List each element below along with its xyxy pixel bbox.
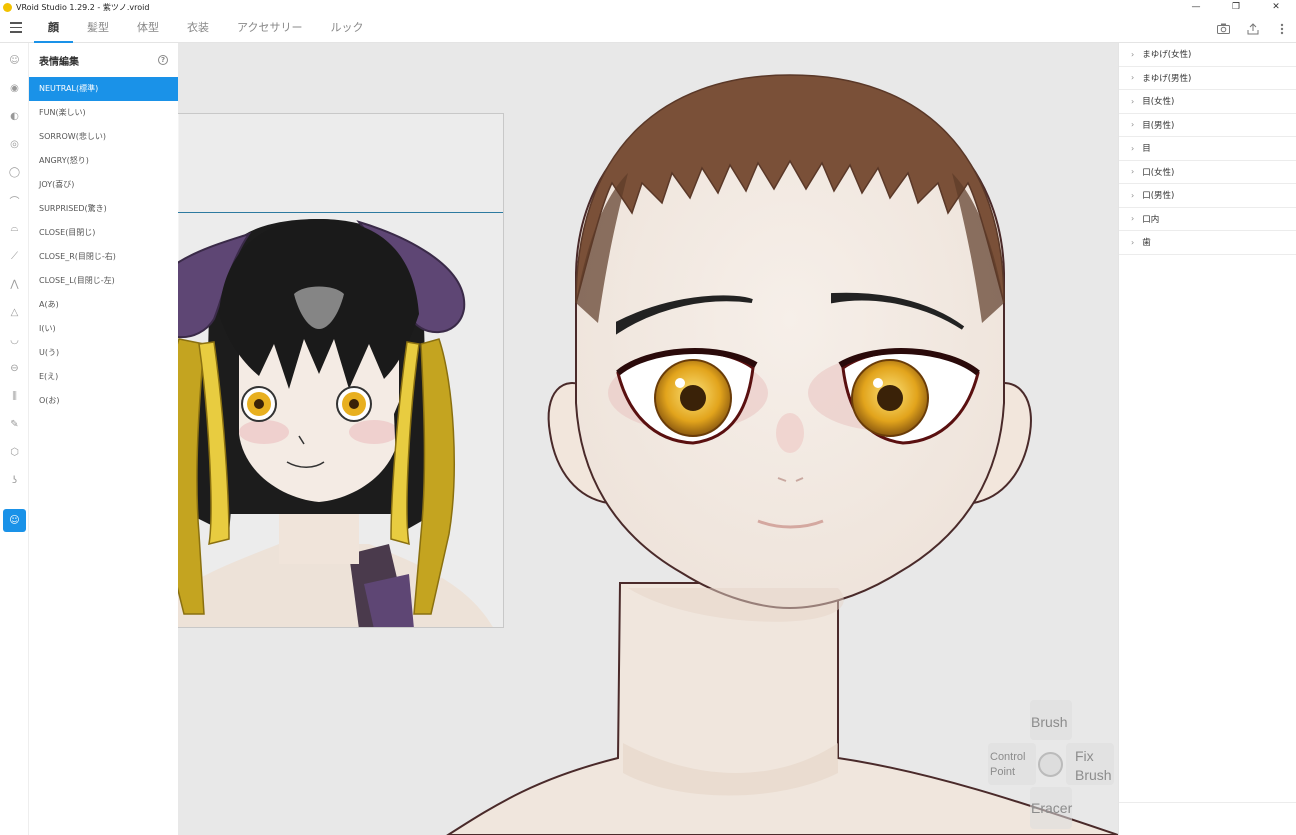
expression-item[interactable]: CLOSE_L(目閉じ-左) <box>29 269 178 293</box>
tab-look[interactable]: ルック <box>316 14 377 43</box>
expression-item[interactable]: I(い) <box>29 317 178 341</box>
chevron-right-icon: › <box>1131 143 1135 153</box>
face-outline-icon[interactable]: ⬡ <box>3 441 26 464</box>
chevron-right-icon: › <box>1131 120 1135 130</box>
expression-item[interactable]: FUN(楽しい) <box>29 101 178 125</box>
mouth-icon[interactable]: ◡ <box>3 329 26 352</box>
list-item[interactable]: › 目(男性) <box>1119 114 1296 137</box>
expression-item[interactable]: SORROW(悲しい) <box>29 125 178 149</box>
brush-icon[interactable]: ⟋ <box>3 245 26 268</box>
help-icon[interactable]: ? <box>158 55 168 65</box>
tab-accessory[interactable]: アクセサリー <box>223 14 316 43</box>
tab-outfit[interactable]: 衣装 <box>173 14 223 43</box>
face-preset-icon[interactable]: ☺ <box>3 49 26 72</box>
chevron-right-icon: › <box>1131 190 1135 200</box>
list-item[interactable]: › 口(女性) <box>1119 161 1296 184</box>
top-tab-bar: 顔 髪型 体型 衣装 アクセサリー ルック <box>0 14 1296 43</box>
app-logo-icon <box>3 2 12 12</box>
ear-icon[interactable]: ʖ <box>3 469 26 492</box>
eye-shape-icon[interactable]: ◎ <box>3 133 26 156</box>
tab-face[interactable]: 顔 <box>34 14 73 43</box>
lips-icon[interactable]: ⊖ <box>3 357 26 380</box>
reference-character-art <box>178 219 493 627</box>
gesture-point[interactable]: Point <box>990 766 1015 778</box>
list-item[interactable]: › 歯 <box>1119 231 1296 255</box>
eyebrow-icon[interactable]: ⌒ <box>3 189 26 212</box>
main-tabs: 顔 髪型 体型 衣装 アクセサリー ルック <box>34 14 377 43</box>
minimize-button[interactable]: — <box>1176 0 1216 14</box>
list-item[interactable]: › 目 <box>1119 137 1296 161</box>
chevron-right-icon: › <box>1131 214 1135 224</box>
eyelash-icon[interactable]: ⌓ <box>3 217 26 240</box>
chevron-right-icon: › <box>1131 237 1135 247</box>
teeth-icon[interactable]: ⫼ <box>3 385 26 408</box>
iris-icon[interactable]: ◐ <box>3 105 26 128</box>
parts-panel: › まゆげ(女性) › まゆげ(男性) › 目(女性) › 目(男性) › 目 › 口(女性… <box>1118 43 1296 835</box>
gesture-center-icon[interactable] <box>1038 752 1063 777</box>
panel-title: 表情編集 <box>39 56 79 68</box>
category-rail: ☺ ◉ ◐ ◎ ◯ ⌒ ⌓ ⟋ ⋀ △ ◡ ⊖ ⫼ ✎ ⬡ ʖ ☺ <box>0 43 29 835</box>
nose-icon[interactable]: △ <box>3 301 26 324</box>
camera-icon[interactable] <box>1209 14 1238 43</box>
expression-item[interactable]: NEUTRAL(標準) <box>29 77 178 101</box>
expression-panel: 表情編集 ? NEUTRAL(標準) FUN(楽しい) SORROW(悲しい) … <box>29 43 178 835</box>
chevron-right-icon: › <box>1131 49 1135 59</box>
gesture-eracer[interactable]: Eracer <box>1031 800 1072 816</box>
gesture-control[interactable]: Control <box>990 751 1025 763</box>
chevron-right-icon: › <box>1131 96 1135 106</box>
expression-item[interactable]: CLOSE(目閉じ) <box>29 221 178 245</box>
export-icon[interactable] <box>1238 14 1267 43</box>
more-vert-icon[interactable] <box>1267 14 1296 43</box>
hamburger-icon[interactable] <box>10 22 22 34</box>
eye-icon[interactable]: ◉ <box>3 77 26 100</box>
chevron-right-icon: › <box>1131 73 1135 83</box>
chevron-right-icon: › <box>1131 167 1135 177</box>
title-bar: VRoid Studio 1.29.2 - 紫ツノ.vroid — ❐ ✕ <box>0 0 1296 14</box>
expression-item[interactable]: ANGRY(怒り) <box>29 149 178 173</box>
list-item[interactable]: › 目(女性) <box>1119 90 1296 114</box>
expression-item[interactable]: E(え) <box>29 365 178 389</box>
eye-outline-icon[interactable]: ◯ <box>3 161 26 184</box>
expression-item[interactable]: A(あ) <box>29 293 178 317</box>
list-item[interactable]: › まゆげ(男性) <box>1119 67 1296 90</box>
gesture-fix-brush[interactable]: Brush <box>1075 767 1112 783</box>
model-viewport[interactable]: Brush Control Point Fix Brush Eracer <box>178 43 1118 835</box>
tab-body[interactable]: 体型 <box>123 14 173 43</box>
expression-item[interactable]: O(お) <box>29 389 178 413</box>
expression-item[interactable]: JOY(喜び) <box>29 173 178 197</box>
expression-icon[interactable]: ☺ <box>3 509 26 532</box>
gesture-brush[interactable]: Brush <box>1031 714 1068 730</box>
reference-image[interactable] <box>178 113 504 628</box>
tab-hairstyle[interactable]: 髪型 <box>73 14 123 43</box>
expression-item[interactable]: CLOSE_R(目閉じ-右) <box>29 245 178 269</box>
lashes-icon[interactable]: ⋀ <box>3 273 26 296</box>
close-button[interactable]: ✕ <box>1256 0 1296 14</box>
window-title: VRoid Studio 1.29.2 - 紫ツノ.vroid <box>16 2 150 12</box>
reference-guide-line <box>178 212 503 213</box>
expression-item[interactable]: U(う) <box>29 341 178 365</box>
list-item[interactable]: › 口(男性) <box>1119 184 1296 208</box>
list-item[interactable]: › まゆげ(女性) <box>1119 43 1296 67</box>
expression-item[interactable]: SURPRISED(驚き) <box>29 197 178 221</box>
list-item[interactable]: › 口内 <box>1119 208 1296 231</box>
panel-divider <box>1119 802 1296 803</box>
restore-button[interactable]: ❐ <box>1216 0 1256 14</box>
gesture-fix[interactable]: Fix <box>1075 748 1094 764</box>
pen-icon[interactable]: ✎ <box>3 413 26 436</box>
